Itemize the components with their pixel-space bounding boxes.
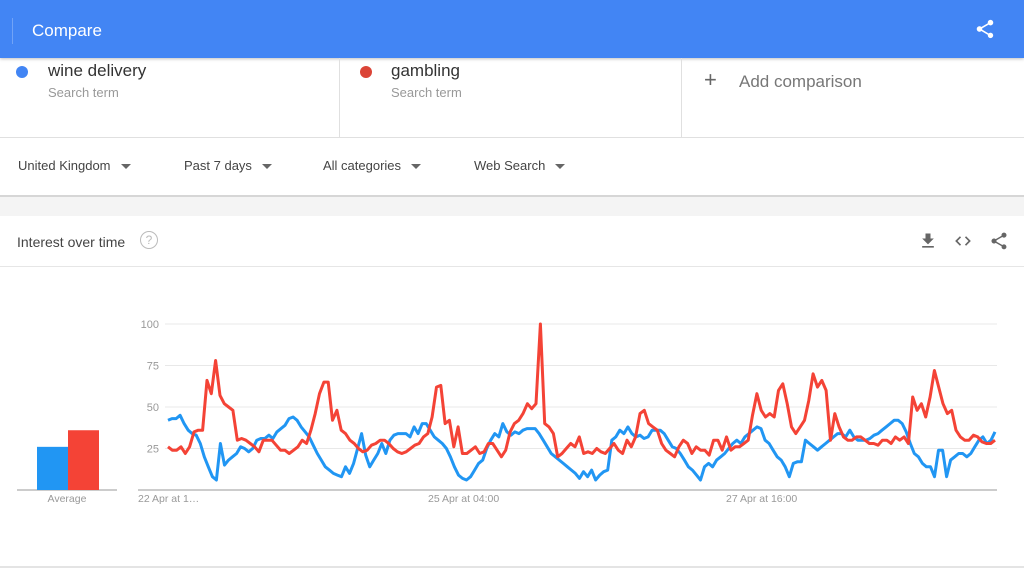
embed-icon[interactable]	[953, 231, 973, 251]
search-type-label: Web Search	[474, 158, 546, 173]
search-term-name: gambling	[391, 61, 460, 80]
category-dropdown[interactable]: All categories	[323, 158, 422, 173]
region-dropdown-label: United Kingdom	[18, 158, 111, 173]
interest-over-time-card: Interest over time ?	[0, 216, 1024, 568]
card-title: Interest over time	[17, 234, 126, 250]
series-color-dot	[16, 66, 28, 78]
top-bar: Compare	[0, 0, 1024, 58]
search-term-subtitle: Search term	[391, 85, 462, 100]
chevron-down-icon	[120, 164, 131, 170]
time-range-dropdown[interactable]: Past 7 days	[184, 158, 272, 173]
download-icon[interactable]	[918, 231, 938, 251]
share-icon[interactable]	[989, 231, 1009, 251]
search-term-subtitle: Search term	[48, 85, 119, 100]
time-range-label: Past 7 days	[184, 158, 252, 173]
filter-bar: United Kingdom Past 7 days All categorie…	[0, 138, 1024, 197]
card-header: Interest over time ?	[0, 216, 1024, 267]
header-divider	[12, 18, 13, 44]
add-comparison-button[interactable]: + Add comparison	[682, 58, 1024, 137]
search-term-gambling[interactable]: gambling Search term	[340, 58, 682, 137]
share-icon[interactable]	[974, 18, 996, 40]
page-title: Compare	[32, 21, 102, 40]
search-term-name: wine delivery	[48, 61, 147, 80]
category-label: All categories	[323, 158, 402, 173]
region-dropdown[interactable]: United Kingdom	[18, 158, 131, 173]
add-comparison-label: Add comparison	[739, 72, 862, 91]
series-color-dot	[360, 66, 372, 78]
search-type-dropdown[interactable]: Web Search	[474, 158, 566, 173]
help-icon[interactable]: ?	[140, 231, 158, 249]
chevron-down-icon	[261, 164, 272, 170]
search-term-wine-delivery[interactable]: wine delivery Search term	[0, 58, 340, 137]
search-terms-row: wine delivery Search term gambling Searc…	[0, 58, 1024, 138]
chevron-down-icon	[555, 164, 566, 170]
chevron-down-icon	[411, 164, 422, 170]
plus-icon: +	[704, 67, 717, 92]
section-gap	[0, 197, 1024, 216]
